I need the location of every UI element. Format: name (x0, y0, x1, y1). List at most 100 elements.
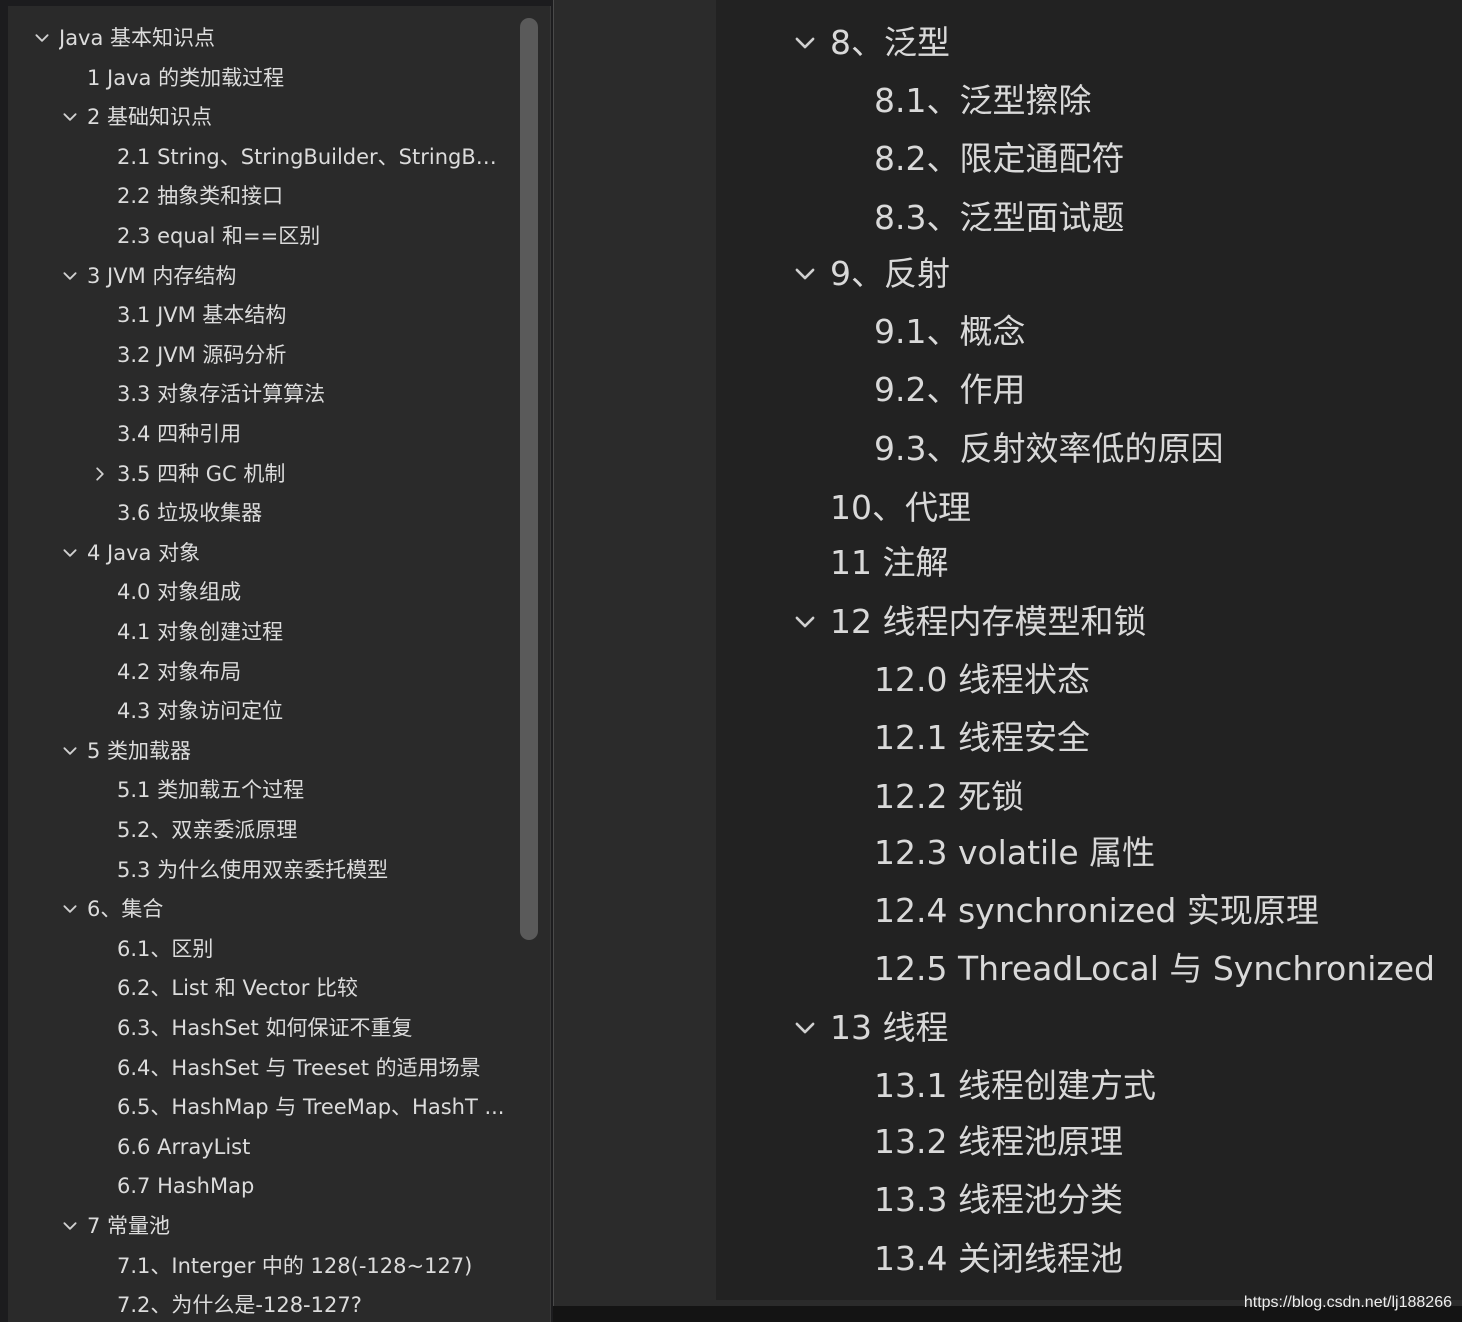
outline-item[interactable]: 3.4 四种引用 (8, 414, 518, 454)
outline-item-label: 3.4 四种引用 (117, 422, 242, 446)
outline-item-label: 6.5、HashMap 与 TreeMap、HashT ... (117, 1095, 505, 1120)
outline-item-label: 12.1 线程安全 (874, 718, 1090, 757)
chevron-down-icon[interactable] (59, 533, 81, 573)
outline-item-label: 6.7 HashMap (117, 1174, 255, 1199)
chevron-down-icon[interactable] (59, 97, 81, 137)
outline-item-label: 8.3、泛型面试题 (874, 198, 1125, 237)
outline-item[interactable]: 5.1 类加载五个过程 (8, 770, 518, 810)
outline-item-label: 12 线程内存模型和锁 (830, 602, 1147, 641)
outline-item-label: 4.0 对象组成 (117, 580, 242, 605)
chevron-down-icon[interactable] (790, 15, 820, 71)
outline-item[interactable]: 3.5 四种 GC 机制 (8, 454, 518, 494)
outline-item-label: 12.4 synchronized 实现原理 (874, 891, 1319, 930)
outline-item-label: 9、反射 (830, 254, 950, 293)
outline-item-label: 2 基础知识点 (87, 105, 213, 130)
outline-item[interactable]: 5.3 为什么使用双亲委托模型 (8, 850, 518, 890)
outline-item-label: 3.2 JVM 源码分析 (117, 342, 287, 367)
outline-item[interactable]: 6.7 HashMap (8, 1166, 518, 1206)
outline-item-label: 13.2 线程池原理 (874, 1122, 1123, 1161)
outline-item[interactable]: 2.2 抽象类和接口 (8, 176, 518, 216)
outline-item-label: 6.4、HashSet 与 Treeset 的适用场景 (117, 1055, 481, 1080)
outline-item-label: 8、泛型 (830, 23, 950, 62)
chevron-right-icon[interactable] (89, 454, 111, 494)
chevron-down-icon[interactable] (59, 1206, 81, 1246)
outline-item-label: 3.5 四种 GC 机制 (117, 461, 286, 486)
scrollbar-track[interactable] (518, 18, 540, 1318)
outline-item[interactable]: 2.3 equal 和==区别 (8, 216, 518, 256)
outline-item[interactable]: 4 Java 对象 (8, 533, 518, 573)
outline-item-label: 4.3 对象访问定位 (117, 699, 284, 724)
outline-item-label: 5.3 为什么使用双亲委托模型 (117, 857, 389, 882)
outline-panel-right: 8、泛型 8.1、泛型擦除 8.2、限定通配符 8.3、泛型面试题 9、反射 9.1、概念… (716, 0, 1462, 1300)
outline-item[interactable]: 3.2 JVM 源码分析 (8, 335, 518, 375)
outline-item-label: 4 Java 对象 (87, 540, 201, 565)
outline-item-label: 3.3 对象存活计算算法 (117, 382, 326, 407)
outline-item-label: 6.3、HashSet 如何保证不重复 (117, 1016, 413, 1040)
outline-item[interactable]: 6.2、List 和 Vector 比较 (8, 968, 518, 1008)
outline-item-label: 10、代理 (830, 488, 971, 527)
outline-item[interactable]: 7.2、为什么是-128-127? (8, 1285, 518, 1322)
outline-item-label: 7 常量池 (87, 1214, 171, 1238)
chevron-down-icon[interactable] (31, 18, 53, 58)
outline-item[interactable]: 3.1 JVM 基本结构 (8, 295, 518, 335)
outline-item[interactable]: 4.3 对象访问定位 (8, 691, 518, 731)
outline-item[interactable]: 6.3、HashSet 如何保证不重复 (8, 1008, 518, 1048)
outline-item-label: 2.2 抽象类和接口 (117, 184, 284, 209)
outline-item-label: 13.3 线程池分类 (874, 1180, 1123, 1219)
chevron-down-icon[interactable] (59, 889, 81, 929)
outline-item-label: 7.1、Interger 中的 128(-128~127) (117, 1253, 473, 1278)
outline-item-label: 9.3、反射效率低的原因 (874, 429, 1224, 468)
outline-item-label: 8.1、泛型擦除 (874, 81, 1092, 120)
outline-item-label: 6、集合 (87, 897, 164, 922)
outline-item[interactable]: 3.3 对象存活计算算法 (8, 374, 518, 414)
outline-item-label: 5.2、双亲委派原理 (117, 818, 298, 842)
outline-item-label: 5 类加载器 (87, 738, 192, 763)
outline-item[interactable]: 6、集合 (8, 889, 518, 929)
outline-item-label: 6.1、区别 (117, 936, 214, 961)
outline-item[interactable]: 3 JVM 内存结构 (8, 256, 518, 296)
outline-item[interactable]: 1 Java 的类加载过程 (8, 58, 518, 98)
outline-item-label: 6.2、List 和 Vector 比较 (117, 976, 359, 1001)
outline-item[interactable]: 3.6 垃圾收集器 (8, 493, 518, 533)
outline-item-label: 2.1 String、StringBuilder、StringBuf ... (117, 144, 508, 169)
outline-item[interactable]: 6.1、区别 (8, 929, 518, 969)
outline-item-label: 6.6 ArrayList (117, 1134, 251, 1159)
outline-item-label: 12.2 死锁 (874, 777, 1024, 816)
outline-item[interactable]: 5.2、双亲委派原理 (8, 810, 518, 850)
chevron-down-icon[interactable] (59, 256, 81, 296)
chevron-down-icon[interactable] (790, 594, 820, 650)
outline-item[interactable]: 4.0 对象组成 (8, 572, 518, 612)
outline-item-label: 8.2、限定通配符 (874, 139, 1125, 178)
outline-item[interactable]: 6.4、HashSet 与 Treeset 的适用场景 (8, 1048, 518, 1088)
outline-item-label: 3 JVM 内存结构 (87, 263, 237, 288)
scrollbar-thumb[interactable] (520, 18, 538, 940)
outline-item[interactable]: 7 常量池 (8, 1206, 518, 1246)
outline-item[interactable]: Java 基本知识点 (8, 18, 518, 58)
outline-item-label: 13.4 关闭线程池 (874, 1239, 1123, 1278)
outline-item-label: 7.2、为什么是-128-127? (117, 1293, 362, 1318)
outline-item-label: 13 线程 (830, 1008, 949, 1047)
outline-item-label: 12.0 线程状态 (874, 660, 1090, 699)
outline-item-label: 3.1 JVM 基本结构 (117, 303, 287, 328)
outline-item-label: 1 Java 的类加载过程 (87, 65, 285, 90)
outline-item-label: 9.2、作用 (874, 370, 1026, 409)
chevron-down-icon[interactable] (59, 731, 81, 771)
chevron-down-icon[interactable] (790, 1000, 820, 1056)
chevron-down-icon[interactable] (790, 246, 820, 302)
outline-item[interactable]: 4.2 对象布局 (8, 652, 518, 692)
outline-item[interactable]: 6.5、HashMap 与 TreeMap、HashT ... (8, 1087, 518, 1127)
outline-item-label: 9.1、概念 (874, 312, 1026, 351)
outline-item-label: 2.3 equal 和==区别 (117, 224, 321, 248)
outline-item-label: 3.6 垃圾收集器 (117, 501, 263, 526)
outline-item-label: 12.5 ThreadLocal 与 Synchronized (874, 949, 1435, 988)
outline-item[interactable]: 7.1、Interger 中的 128(-128~127) (8, 1246, 518, 1286)
outline-item[interactable]: 2.1 String、StringBuilder、StringBuf ... (8, 137, 518, 177)
outline-item[interactable]: 5 类加载器 (8, 731, 518, 771)
outline-item-label: Java 基本知识点 (59, 26, 216, 50)
outline-item[interactable]: 2 基础知识点 (8, 97, 518, 137)
outline-item-label: 11 注解 (830, 543, 949, 582)
outline-item[interactable]: 6.6 ArrayList (8, 1127, 518, 1167)
outline-panel-left: Java 基本知识点 1 Java 的类加载过程 2 基础知识点 2.1 String… (8, 6, 551, 1322)
outline-item[interactable]: 4.1 对象创建过程 (8, 612, 518, 652)
outline-item-label: 13.1 线程创建方式 (874, 1066, 1156, 1105)
